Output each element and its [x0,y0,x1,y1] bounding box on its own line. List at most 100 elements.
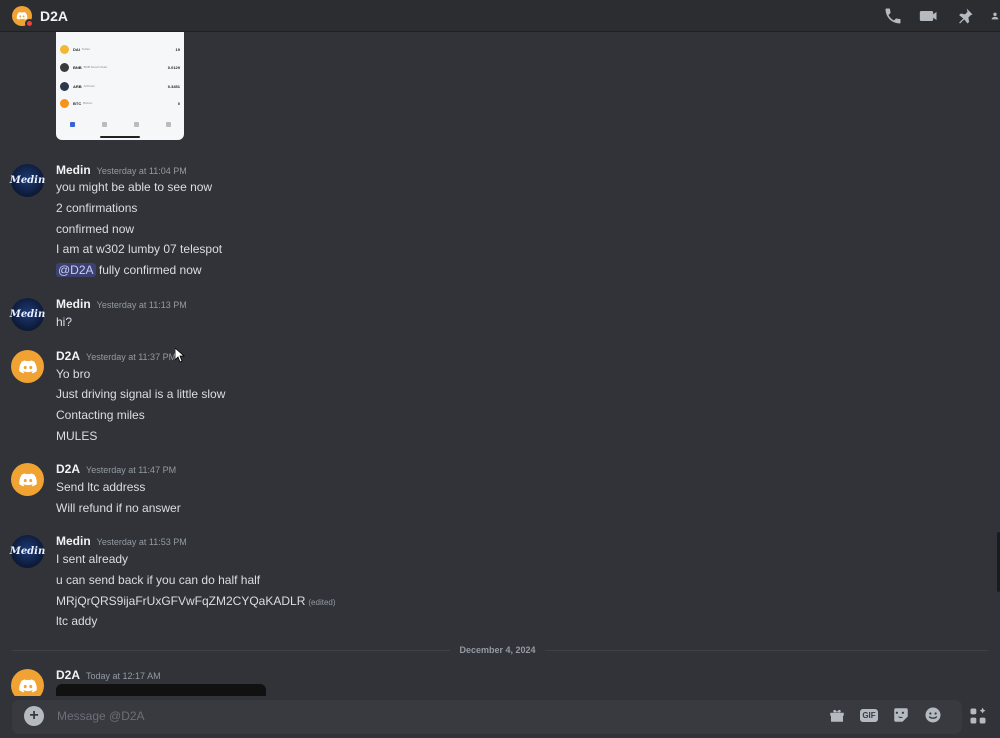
discord-logo-icon [18,678,37,692]
image-attachment[interactable] [56,684,266,696]
channel-title: D2A [40,7,69,24]
message-text: 2 confirmations [56,201,138,215]
asset-symbol: BTC [73,100,82,106]
edited-label: (edited) [308,598,336,607]
home-indicator [100,136,140,138]
message-header: Medin Yesterday at 11:04 PM [56,163,187,177]
author-name[interactable]: Medin [56,163,91,177]
avatar-logo-text: Medin [9,546,46,557]
message-composer: + Message @D2A GIF [0,696,1000,738]
dm-avatar[interactable] [12,5,34,28]
pinned-messages-button[interactable] [954,5,976,27]
timestamp: Yesterday at 11:37 PM [86,352,177,362]
asset-row: ARB Arbitrum 0.3451 [60,77,180,95]
message-text: Yo bro [56,367,91,381]
avatar[interactable]: Medin [9,164,46,197]
emoji-button[interactable] [923,705,943,725]
asset-row: DAI Tether 19 [60,40,180,58]
author-name[interactable]: D2A [56,668,80,682]
message-text: MULES [56,429,98,443]
author-name[interactable]: Medin [56,297,91,311]
avatar-logo-text: Medin [9,309,46,320]
discord-logo-icon [18,472,37,486]
asset-symbol: DAI [73,46,80,52]
avatar[interactable]: Medin [9,298,46,331]
timestamp: Yesterday at 11:13 PM [96,300,187,310]
timestamp: Yesterday at 11:04 PM [96,166,187,176]
message-text: Contacting miles [56,408,145,422]
timestamp: Today at 12:17 AM [86,671,161,681]
avatar[interactable]: Medin [9,535,46,568]
coin-icon [60,81,69,91]
asset-amount: 0.0129 [167,64,180,70]
message-header: D2A Today at 12:17 AM [56,668,161,682]
asset-row: BTC Bitcoin 0 [60,94,180,112]
settings-icon [165,122,171,127]
message-text-fragment: fully confirmed now [95,263,202,277]
message-text: Send ltc address [56,480,146,494]
apps-button[interactable] [968,706,988,726]
gif-button[interactable]: GIF [859,705,879,725]
message-input-placeholder[interactable]: Message @D2A [57,709,145,723]
avatar-logo-text: Medin [9,175,46,186]
asset-row: BNB BNB Smart Chain 0.0129 [60,58,180,76]
sticker-button[interactable] [891,705,911,725]
smiley-icon [925,707,941,723]
image-attachment[interactable]: DAI Tether 19 BNB BNB Smart Chain 0.0129… [56,32,184,140]
author-name[interactable]: D2A [56,349,80,363]
avatar[interactable] [11,350,44,383]
swap-icon [101,122,107,127]
asset-amount: 0 [177,100,180,106]
message-header: D2A Yesterday at 11:37 PM [56,349,176,363]
message-text: Just driving signal is a little slow [56,387,226,401]
message-header: Medin Yesterday at 11:13 PM [56,297,187,311]
message-text: u can send back if you can do half half [56,573,261,587]
date-divider-label: December 4, 2024 [450,645,545,655]
discord-logo-icon [18,359,37,373]
user-mention[interactable]: @D2A [56,263,96,277]
user-profile-button[interactable] [990,5,1000,27]
plus-icon: + [29,707,39,724]
message-text: you might be able to see now [56,180,213,194]
message-text: confirmed now [56,222,135,236]
message-text: MRjQrQRS9ijaFrUxGFVwFqZM2CYQaKADLR (edite… [56,594,336,608]
coin-icon [60,98,69,108]
message-text: I am at w302 lumby 07 telespot [56,242,223,256]
channel-header: D2A [0,0,1000,32]
asset-symbol: ARB [73,83,82,89]
sticker-icon [894,708,908,722]
message-text: hi? [56,315,73,329]
author-name[interactable]: D2A [56,462,80,476]
author-name[interactable]: Medin [56,534,91,548]
video-camera-icon [919,11,937,21]
message-text: ltc addy [56,614,98,628]
message-list[interactable]: DAI Tether 19 BNB BNB Smart Chain 0.0129… [0,32,1000,696]
pin-icon [959,8,973,24]
timestamp: Yesterday at 11:53 PM [96,537,187,547]
lock-icon [133,122,139,127]
message-input-box[interactable] [12,700,962,734]
phone-icon [885,8,901,24]
coin-icon [60,44,69,54]
coin-icon [60,62,69,72]
asset-amount: 0.3451 [167,83,180,89]
avatar[interactable] [11,463,44,496]
message-text: @D2A fully confirmed now [56,263,202,277]
message-text: I sent already [56,552,129,566]
video-call-button[interactable] [918,5,940,27]
gif-icon: GIF [860,708,878,722]
gift-button[interactable] [827,705,847,725]
voice-call-button[interactable] [882,5,904,27]
asset-symbol: BNB [73,64,82,70]
mouse-cursor-icon [175,348,185,363]
person-icon [991,12,999,20]
status-dnd-indicator [25,18,34,28]
ltc-address-text: MRjQrQRS9ijaFrUxGFVwFqZM2CYQaKADLR [56,594,306,608]
upload-button[interactable]: + [24,706,44,726]
asset-amount: 19 [175,46,180,52]
app-tab-bar [56,122,184,134]
avatar[interactable] [11,669,44,696]
apps-grid-icon [970,707,986,724]
message-header: D2A Yesterday at 11:47 PM [56,462,176,476]
message-text: Will refund if no answer [56,501,181,515]
